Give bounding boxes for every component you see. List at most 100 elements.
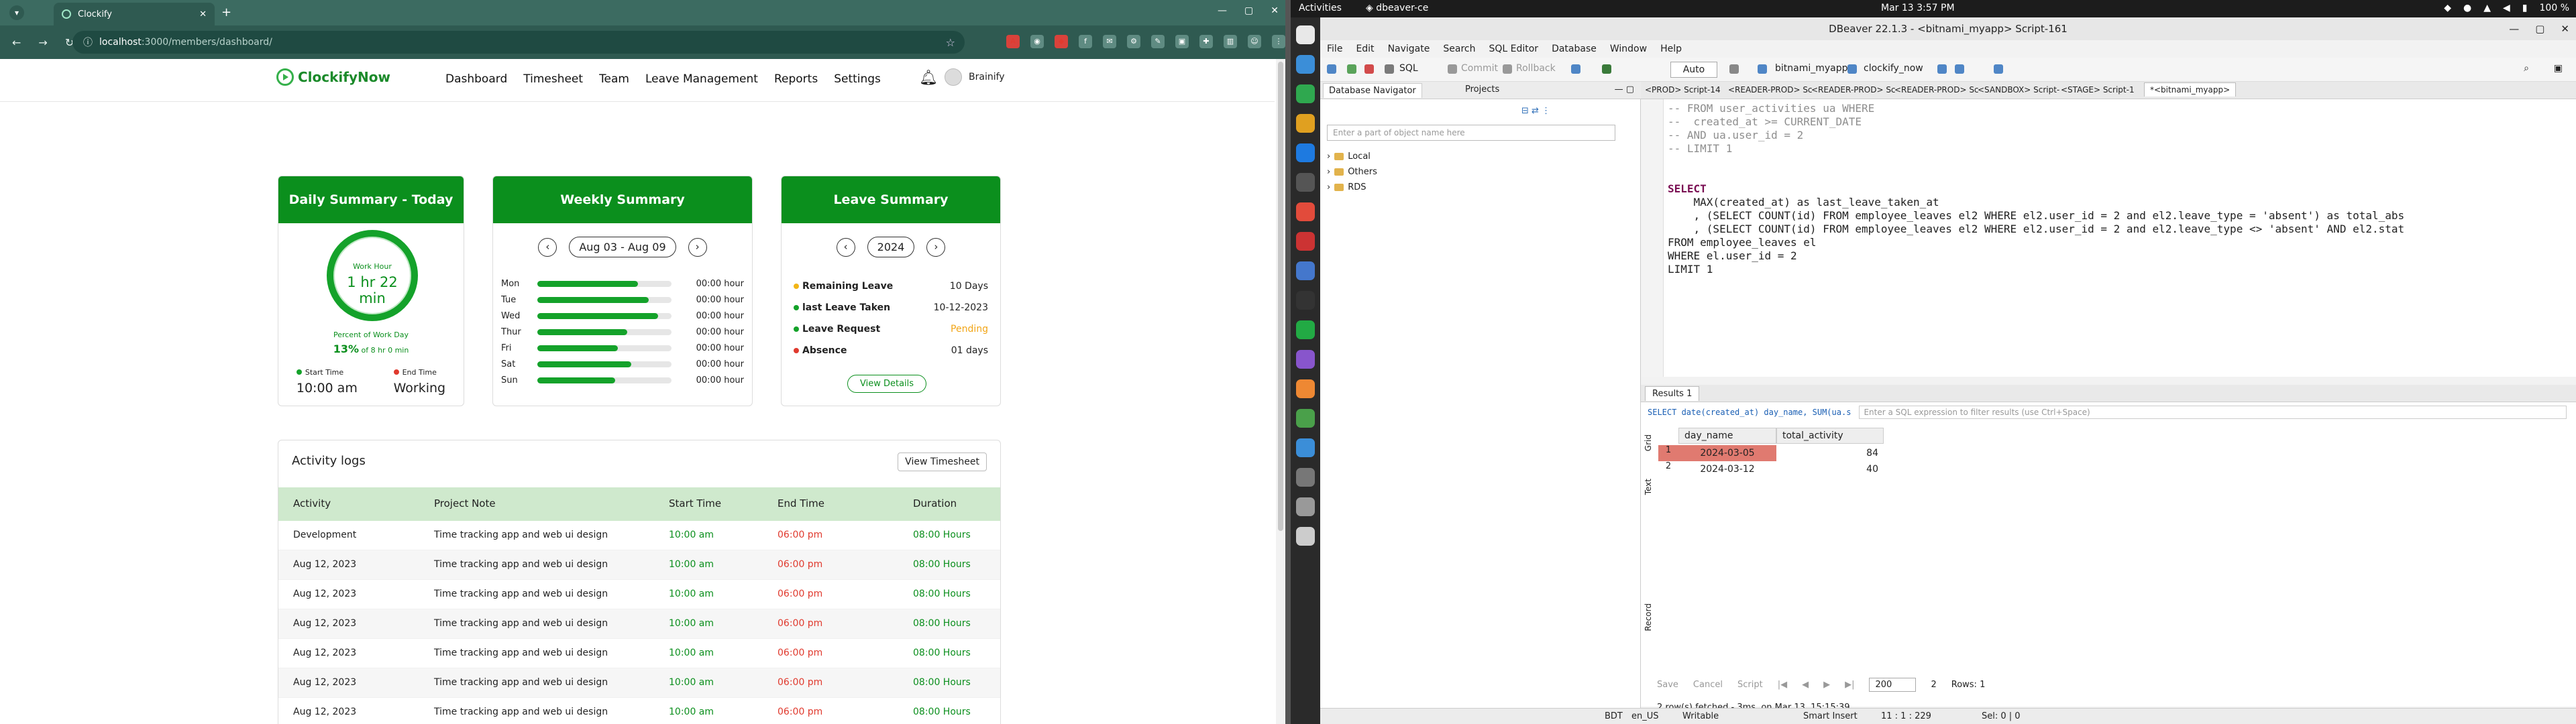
cell-total-activity[interactable]: 40 <box>1776 461 1884 477</box>
dock-app-icon[interactable] <box>1296 379 1315 398</box>
global-search-icon[interactable]: ⌕ <box>2524 63 2529 74</box>
extension-icon[interactable]: ◉ <box>1030 35 1044 48</box>
dock-app-icon[interactable] <box>1296 143 1315 162</box>
site-info-icon[interactable]: ⓘ <box>83 36 93 49</box>
transaction-mode-select[interactable]: Auto <box>1670 62 1717 78</box>
maximize-icon[interactable]: ▢ <box>1244 5 1253 16</box>
extensions-puzzle-icon[interactable]: ✚ <box>1199 35 1213 48</box>
column-header-day-name[interactable]: day_name <box>1678 428 1776 444</box>
editor-tab[interactable]: <READER-PROD> Sc <box>1728 85 1813 95</box>
menu-sql-editor[interactable]: SQL Editor <box>1489 44 1538 54</box>
nav-reports[interactable]: Reports <box>774 72 818 86</box>
search-icon[interactable] <box>1994 64 2003 74</box>
menu-navigate[interactable]: Navigate <box>1388 44 1430 54</box>
page-scrollbar[interactable] <box>1276 59 1285 724</box>
table-row[interactable]: Aug 12, 2023 Time tracking app and web ui… <box>278 609 1000 639</box>
maximize-icon[interactable]: ▢ <box>2535 17 2544 40</box>
extension-icon[interactable]: ✎ <box>1151 35 1165 48</box>
prev-page-icon[interactable]: ◀ <box>1802 680 1809 690</box>
row-number[interactable]: 1 <box>1658 445 1678 461</box>
prev-week-button[interactable]: ‹ <box>538 237 557 257</box>
extension-icon[interactable]: ◆ <box>1055 35 1068 48</box>
datasource-select[interactable]: bitnami_myapp <box>1775 63 1848 74</box>
dock-app-icon[interactable] <box>1296 202 1315 221</box>
forward-icon[interactable]: → <box>38 36 47 49</box>
user-menu[interactable]: Brainify <box>945 68 1005 86</box>
navigator-menu-icon[interactable]: ⋮ <box>1542 106 1550 116</box>
new-connection-icon[interactable] <box>1327 64 1336 74</box>
next-year-button[interactable]: › <box>926 237 946 257</box>
menu-search[interactable]: Search <box>1443 44 1475 54</box>
brand-logo[interactable]: ClockifyNow <box>276 68 390 86</box>
last-page-icon[interactable]: ▶| <box>1845 680 1854 690</box>
sidebar-icon[interactable]: ▥ <box>1224 35 1237 48</box>
sql-code[interactable]: -- FROM user_activities ua WHERE -- crea… <box>1668 102 2404 276</box>
dock-app-icon[interactable] <box>1296 320 1315 339</box>
dock-app-icon[interactable] <box>1296 55 1315 74</box>
side-tab-text[interactable]: Text <box>1644 479 1653 495</box>
datasource-icon[interactable] <box>1758 64 1767 74</box>
tree-item-local[interactable]: › Local <box>1327 149 1377 164</box>
tab-results-1[interactable]: Results 1 <box>1645 386 1700 401</box>
dock-app-icon[interactable] <box>1296 25 1315 44</box>
view-timesheet-button[interactable]: View Timesheet <box>898 452 987 471</box>
tray-app-icon[interactable]: ● <box>2463 3 2471 13</box>
editor-tab[interactable]: *<bitnami_myapp> <box>2144 82 2237 97</box>
dock-app-icon[interactable] <box>1296 409 1315 428</box>
expand-icon[interactable]: › <box>1327 152 1330 162</box>
table-row[interactable]: Development Time tracking app and web ui … <box>278 521 1000 550</box>
save-button[interactable]: Save <box>1657 680 1678 690</box>
next-page-icon[interactable]: ▶ <box>1823 680 1830 690</box>
rollback-icon[interactable] <box>1503 64 1512 74</box>
profile-icon[interactable]: ☺ <box>1248 35 1261 48</box>
bookmark-star-icon[interactable]: ☆ <box>946 36 955 49</box>
transaction-mode-icon[interactable] <box>1571 64 1580 74</box>
toolbar-action-icon[interactable] <box>1937 64 1947 74</box>
close-tab-icon[interactable]: ✕ <box>199 9 207 19</box>
dock-app-icon[interactable] <box>1296 497 1315 516</box>
minimize-icon[interactable]: — <box>1218 5 1227 16</box>
scrollbar-thumb[interactable] <box>1278 62 1283 531</box>
navigator-minimize-icon[interactable]: — ▢ <box>1615 84 1634 95</box>
results-filter-input[interactable]: Enter a SQL expression to filter results… <box>1859 406 2567 419</box>
commit-button[interactable]: Commit <box>1461 63 1498 74</box>
browser-tab[interactable]: Clockify ✕ <box>54 3 215 25</box>
close-window-icon[interactable]: ✕ <box>2561 17 2569 40</box>
script-button[interactable]: Script <box>1737 680 1763 690</box>
tree-item-rds[interactable]: › RDS <box>1327 180 1377 195</box>
extension-icon[interactable]: ✉ <box>1103 35 1116 48</box>
expand-icon[interactable]: › <box>1327 167 1330 177</box>
navigator-filter-input[interactable]: Enter a part of object name here <box>1327 125 1615 141</box>
menu-help[interactable]: Help <box>1660 44 1682 54</box>
menu-file[interactable]: File <box>1327 44 1342 54</box>
schema-icon[interactable] <box>1847 64 1857 74</box>
editor-tab[interactable]: <SANDBOX> Script- <box>1978 85 2059 95</box>
extension-icon[interactable]: f <box>1079 35 1092 48</box>
tab-projects[interactable]: Projects <box>1465 84 1499 95</box>
disconnect-icon[interactable] <box>1364 64 1374 74</box>
dock-app-icon[interactable] <box>1296 291 1315 310</box>
dock-app-icon[interactable] <box>1296 350 1315 369</box>
dock-app-icon[interactable] <box>1296 173 1315 192</box>
side-tab-record[interactable]: Record <box>1644 603 1653 631</box>
commit-icon[interactable] <box>1448 64 1457 74</box>
cell-day-name[interactable]: 2024-03-12 <box>1678 461 1776 477</box>
battery-icon[interactable]: ▮ <box>2522 3 2528 13</box>
cell-day-name[interactable]: 2024-03-05 <box>1678 445 1776 461</box>
sql-button[interactable]: SQL <box>1399 63 1418 74</box>
editor-tab[interactable]: <READER-PROD> Sc <box>1811 85 1896 95</box>
menu-edit[interactable]: Edit <box>1356 44 1374 54</box>
dock-app-icon[interactable] <box>1296 114 1315 133</box>
wifi-icon[interactable]: ▲ <box>2483 3 2491 13</box>
cell-total-activity[interactable]: 84 <box>1776 445 1884 461</box>
connect-icon[interactable] <box>1347 64 1356 74</box>
view-details-button[interactable]: View Details <box>847 375 927 393</box>
row-number[interactable]: 2 <box>1658 461 1678 477</box>
nav-dashboard[interactable]: Dashboard <box>445 72 507 86</box>
menu-database[interactable]: Database <box>1552 44 1597 54</box>
nav-team[interactable]: Team <box>599 72 629 86</box>
expand-icon[interactable]: › <box>1327 182 1330 192</box>
rollback-button[interactable]: Rollback <box>1516 63 1556 74</box>
close-window-icon[interactable]: ✕ <box>1271 5 1279 16</box>
table-row[interactable]: Aug 12, 2023 Time tracking app and web ui… <box>278 698 1000 724</box>
